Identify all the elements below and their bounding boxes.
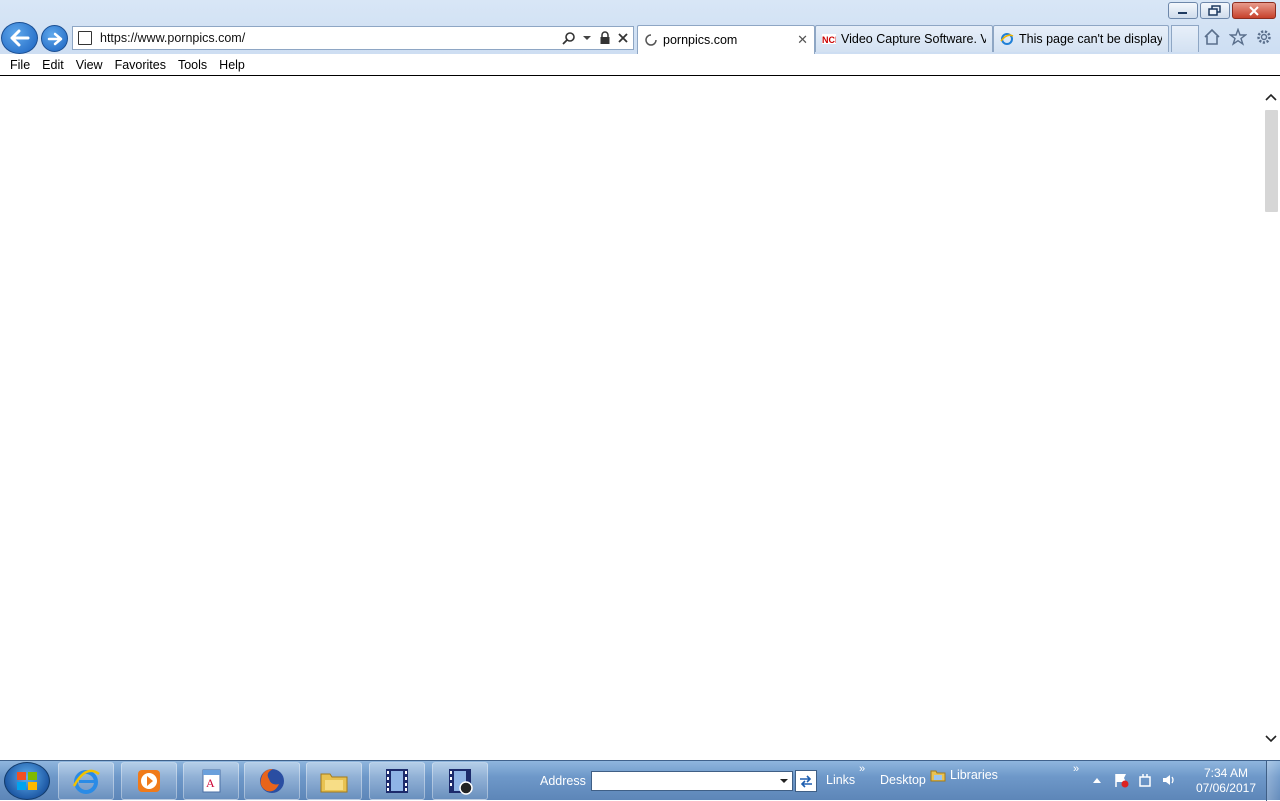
clock-time: 7:34 AM bbox=[1203, 766, 1248, 780]
url-text[interactable]: https://www.pornpics.com/ bbox=[100, 31, 561, 45]
lock-icon[interactable] bbox=[597, 30, 613, 46]
stop-icon[interactable] bbox=[615, 30, 631, 46]
clock[interactable]: 7:34 AM 07/06/2017 bbox=[1196, 766, 1256, 796]
forward-arrow-icon bbox=[47, 32, 62, 45]
svg-text:NCH: NCH bbox=[822, 35, 836, 44]
ie-icon bbox=[72, 769, 100, 794]
restore-button[interactable] bbox=[1200, 2, 1230, 19]
tab-pornpics[interactable]: pornpics.com ✕ bbox=[637, 25, 815, 54]
forward-button[interactable] bbox=[41, 25, 68, 52]
power-icon[interactable] bbox=[1136, 771, 1154, 789]
toolbar-icons bbox=[1202, 27, 1274, 47]
vertical-scrollbar[interactable] bbox=[1262, 88, 1280, 748]
taskbar-media-player[interactable] bbox=[121, 762, 177, 800]
tab-page-cant-be-displayed[interactable]: This page can't be display... bbox=[993, 25, 1169, 52]
show-hidden-icons-arrow-icon[interactable] bbox=[1088, 771, 1106, 789]
folder-icon bbox=[320, 773, 348, 793]
tab-strip: pornpics.com ✕ NCH Video Capture Softwar… bbox=[637, 25, 1199, 54]
svg-text:A: A bbox=[206, 776, 215, 790]
dropdown-arrow-icon[interactable] bbox=[579, 30, 595, 46]
windows-logo-icon bbox=[17, 772, 37, 790]
scroll-up-icon[interactable] bbox=[1262, 88, 1280, 106]
toolbar-more-chevron[interactable]: » bbox=[1073, 763, 1079, 775]
page-icon bbox=[78, 31, 92, 45]
back-arrow-icon bbox=[10, 29, 29, 47]
media-player-icon bbox=[138, 770, 160, 792]
new-tab-button[interactable] bbox=[1171, 25, 1199, 52]
close-tab-icon[interactable]: ✕ bbox=[797, 32, 808, 48]
browser-chrome: https://www.pornpics.com/ pornpics.com ✕ bbox=[0, 0, 1280, 76]
search-icon[interactable] bbox=[561, 30, 577, 46]
action-center-flag-icon[interactable] bbox=[1112, 771, 1130, 789]
navigation-row: https://www.pornpics.com/ pornpics.com ✕ bbox=[0, 22, 1280, 54]
firefox-icon bbox=[260, 769, 284, 793]
menu-edit[interactable]: Edit bbox=[36, 55, 70, 75]
scroll-down-icon[interactable] bbox=[1262, 730, 1280, 748]
settings-gear-icon[interactable] bbox=[1254, 27, 1274, 47]
close-window-button[interactable] bbox=[1232, 2, 1276, 19]
libraries-link[interactable]: Libraries bbox=[930, 768, 998, 782]
menu-help[interactable]: Help bbox=[213, 55, 251, 75]
taskbar-address-book[interactable]: A bbox=[183, 762, 239, 800]
start-button[interactable] bbox=[4, 762, 50, 800]
taskbar-address-input[interactable] bbox=[590, 771, 793, 791]
tab-video-capture[interactable]: NCH Video Capture Software. V... bbox=[815, 25, 993, 52]
menu-view[interactable]: View bbox=[70, 55, 109, 75]
taskbar: A Address Links » Desktop Libraries » 7:… bbox=[0, 760, 1280, 801]
address-label: Address bbox=[540, 774, 586, 788]
show-desktop-button[interactable] bbox=[1266, 761, 1280, 801]
page-content bbox=[0, 77, 1262, 760]
video-capture-icon bbox=[449, 769, 473, 795]
home-icon[interactable] bbox=[1202, 27, 1222, 47]
scrollbar-thumb[interactable] bbox=[1265, 110, 1278, 212]
menu-file[interactable]: File bbox=[4, 55, 36, 75]
menu-bar: File Edit View Favorites Tools Help bbox=[0, 54, 1280, 76]
go-button[interactable] bbox=[794, 770, 817, 792]
libraries-label: Libraries bbox=[950, 768, 998, 782]
links-toolbar[interactable]: Links bbox=[826, 773, 855, 787]
taskbar-video-editor[interactable] bbox=[369, 762, 425, 800]
address-bar[interactable]: https://www.pornpics.com/ bbox=[72, 26, 634, 50]
menu-favorites[interactable]: Favorites bbox=[109, 55, 172, 75]
taskbar-video-capture[interactable] bbox=[432, 762, 488, 800]
back-button[interactable] bbox=[1, 22, 38, 54]
clock-date: 07/06/2017 bbox=[1195, 781, 1256, 795]
tab-label: This page can't be display... bbox=[1019, 32, 1162, 46]
tab-label: Video Capture Software. V... bbox=[841, 32, 986, 46]
desktop-toolbar[interactable]: Desktop bbox=[880, 773, 926, 787]
go-arrows-icon bbox=[799, 775, 812, 788]
volume-icon[interactable] bbox=[1160, 771, 1178, 789]
libraries-folder-icon bbox=[930, 770, 946, 782]
taskbar-address-toolbar: Address bbox=[540, 770, 817, 792]
loading-icon bbox=[644, 33, 658, 47]
taskbar-internet-explorer[interactable] bbox=[58, 762, 114, 800]
minimize-icon bbox=[1178, 11, 1187, 14]
film-strip-icon bbox=[386, 769, 408, 793]
close-icon bbox=[1249, 5, 1259, 16]
favorites-star-icon[interactable] bbox=[1228, 27, 1248, 47]
nch-icon: NCH bbox=[822, 32, 836, 46]
dropdown-arrow-icon[interactable] bbox=[779, 778, 788, 784]
minimize-button[interactable] bbox=[1168, 2, 1198, 19]
system-tray bbox=[1088, 771, 1178, 789]
menu-tools[interactable]: Tools bbox=[172, 55, 213, 75]
address-book-icon: A bbox=[202, 769, 221, 793]
taskbar-file-explorer[interactable] bbox=[306, 762, 362, 800]
tab-label: pornpics.com bbox=[663, 33, 738, 47]
restore-icon bbox=[1208, 4, 1221, 16]
links-more-chevron[interactable]: » bbox=[859, 763, 865, 775]
ie-icon bbox=[1000, 32, 1014, 46]
taskbar-firefox[interactable] bbox=[244, 762, 300, 800]
window-controls bbox=[1168, 2, 1276, 20]
